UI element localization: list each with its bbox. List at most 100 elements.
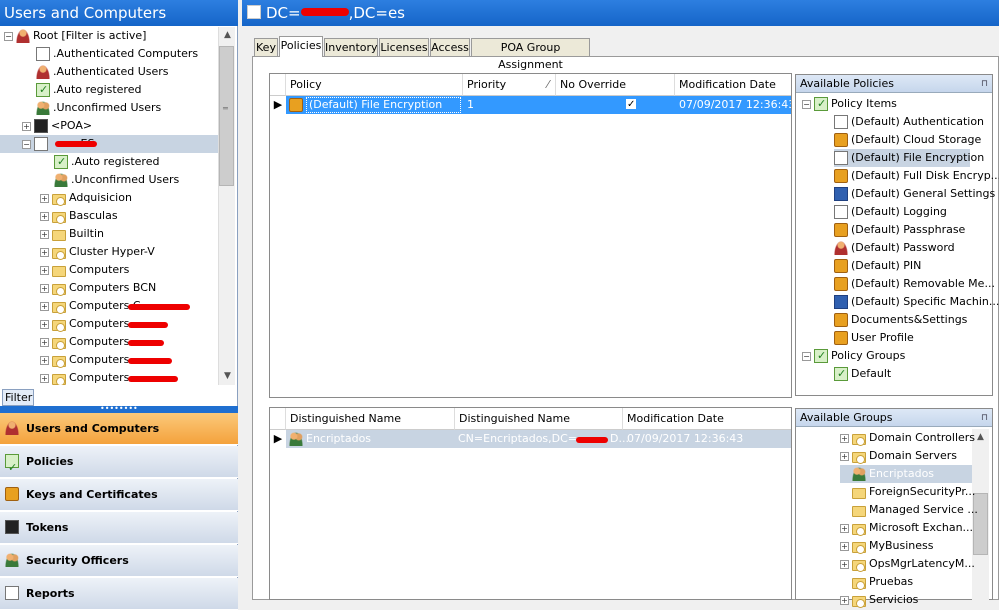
policies-grid[interactable]: Policy Priority ⁄ No Override Modificatio… [269, 73, 792, 398]
expand-toggle-icon[interactable]: + [840, 433, 849, 443]
collapse-toggle-icon[interactable]: − [802, 351, 811, 361]
table-row[interactable]: Encriptados CN=Encriptados,DC= D... 07/0… [286, 430, 791, 448]
group-item[interactable]: Managed Service ... [840, 501, 978, 519]
tree-scroll-thumb[interactable]: ═ [219, 46, 234, 186]
policy-item[interactable]: Documents&Settings [834, 311, 967, 329]
tree-item-unconfirmed-users[interactable]: .Unconfirmed Users [36, 99, 161, 117]
pin-icon[interactable]: ⊓ [981, 409, 988, 427]
tree-item-poa[interactable]: + <POA> [22, 117, 92, 135]
tree-item-computers[interactable]: + Computers [40, 261, 129, 279]
collapse-toggle-icon[interactable]: − [22, 139, 31, 149]
group-item[interactable]: Pruebas [840, 573, 913, 591]
tree-item-computers-2[interactable]: + Computers [40, 315, 129, 333]
group-item[interactable]: + Domain Servers [840, 447, 957, 465]
tab-licenses[interactable]: Licenses [379, 38, 429, 56]
policy-item[interactable]: (Default) General Settings [834, 185, 995, 203]
policy-item[interactable]: (Default) Removable Me... [834, 275, 995, 293]
tree-item-authenticated-users[interactable]: .Authenticated Users [36, 63, 169, 81]
col-header-modification-date[interactable]: Modification Date [675, 74, 791, 96]
tree-item-computers-c[interactable]: + Computers C [40, 297, 141, 315]
expand-toggle-icon[interactable]: + [40, 337, 49, 347]
tree-item-root[interactable]: − Root [Filter is active] [4, 27, 146, 45]
collapse-toggle-icon[interactable]: − [802, 99, 811, 109]
expand-toggle-icon[interactable]: + [40, 283, 49, 293]
tree-item-computers-3[interactable]: + Computers [40, 333, 129, 351]
tree-item-domain-es[interactable]: −.ES [0, 135, 218, 153]
group-item[interactable]: + Microsoft Exchan... [840, 519, 973, 537]
tree-item-authenticated-computers[interactable]: .Authenticated Computers [36, 45, 198, 63]
tree-item-auto-registered-child[interactable]: .Auto registered [54, 153, 159, 171]
nav-reports[interactable]: Reports [0, 578, 238, 610]
expand-toggle-icon[interactable]: + [840, 595, 849, 605]
expand-toggle-icon[interactable]: + [40, 211, 49, 221]
no-override-checkbox[interactable] [626, 96, 636, 114]
expand-toggle-icon[interactable]: + [840, 523, 849, 533]
col-header-modification-date[interactable]: Modification Date [623, 408, 791, 430]
tab-inventory[interactable]: Inventory [324, 38, 378, 56]
nav-tokens[interactable]: Tokens [0, 512, 238, 544]
col-header-policy[interactable]: Policy [286, 74, 463, 96]
tree-item-adquisicion[interactable]: + Adquisicion [40, 189, 132, 207]
tree-item-cluster-hyper-v[interactable]: + Cluster Hyper-V [40, 243, 155, 261]
policy-item[interactable]: (Default) Specific Machin... [834, 293, 999, 311]
policy-item[interactable]: (Default) File Encryption [834, 149, 984, 167]
expand-toggle-icon[interactable]: + [40, 301, 49, 311]
table-row[interactable]: (Default) File Encryption 1 07/09/2017 1… [286, 96, 791, 114]
col-header-distinguished-name[interactable]: Distinguished Name [455, 408, 623, 430]
policy-item[interactable]: (Default) Passphrase [834, 221, 965, 239]
tab-poa-group-assignment[interactable]: POA Group Assignment [471, 38, 590, 71]
group-item[interactable]: Encriptados [840, 465, 972, 483]
col-header-priority[interactable]: Priority ⁄ [463, 74, 556, 96]
expand-toggle-icon[interactable]: + [40, 193, 49, 203]
policy-item[interactable]: − Policy Groups [802, 347, 905, 365]
expand-toggle-icon[interactable]: + [40, 373, 49, 383]
policy-item[interactable]: (Default) Logging [834, 203, 947, 221]
pane-splitter[interactable]: •••••••• [0, 405, 238, 413]
nav-security-officers[interactable]: Security Officers [0, 545, 238, 577]
expand-toggle-icon[interactable]: + [840, 451, 849, 461]
tab-access[interactable]: Access [430, 38, 470, 56]
expand-toggle-icon[interactable]: + [840, 559, 849, 569]
users-computers-tree[interactable]: − Root [Filter is active] .Authenticated … [0, 27, 218, 385]
group-item[interactable]: + OpsMgrLatencyM... [840, 555, 975, 573]
filter-tab[interactable]: Filter [2, 389, 34, 406]
policy-item[interactable]: User Profile [834, 329, 914, 347]
group-item[interactable]: + Servicios [840, 591, 918, 609]
expand-toggle-icon[interactable]: + [40, 265, 49, 275]
col-header-no-override[interactable]: No Override [556, 74, 675, 96]
nav-users-and-computers[interactable]: Users and Computers [0, 413, 238, 445]
group-item[interactable]: + Domain Controllers [840, 429, 975, 447]
group-item[interactable]: + MyBusiness [840, 537, 934, 555]
col-header-name[interactable]: Distinguished Name [286, 408, 455, 430]
scroll-up-icon[interactable]: ▲ [219, 27, 236, 44]
expand-toggle-icon[interactable]: + [40, 355, 49, 365]
expand-toggle-icon[interactable]: + [840, 541, 849, 551]
tree-item-computers-5[interactable]: + Computers [40, 369, 129, 385]
expand-toggle-icon[interactable]: + [40, 247, 49, 257]
policy-item[interactable]: (Default) PIN [834, 257, 921, 275]
scroll-down-icon[interactable]: ▼ [219, 368, 236, 385]
policy-item[interactable]: (Default) Password [834, 239, 955, 257]
tab-key[interactable]: Key [254, 38, 278, 56]
policy-item[interactable]: − Policy Items [802, 95, 897, 113]
expand-toggle-icon[interactable]: + [22, 121, 31, 131]
policy-item[interactable]: (Default) Authentication [834, 113, 984, 131]
collapse-toggle-icon[interactable]: − [4, 31, 13, 41]
tab-policies[interactable]: Policies [279, 36, 323, 57]
tree-item-basculas[interactable]: + Basculas [40, 207, 118, 225]
policy-item[interactable]: (Default) Full Disk Encryp... [834, 167, 999, 185]
pin-icon[interactable]: ⊓ [981, 75, 988, 93]
expand-toggle-icon[interactable]: + [40, 319, 49, 329]
tree-item-auto-registered[interactable]: .Auto registered [36, 81, 141, 99]
tree-item-computers-bcn[interactable]: + Computers BCN [40, 279, 156, 297]
policy-item[interactable]: (Default) Cloud Storage [834, 131, 981, 149]
expand-toggle-icon[interactable]: + [40, 229, 49, 239]
nav-keys-and-certificates[interactable]: Keys and Certificates [0, 479, 238, 511]
tree-item-computers-4[interactable]: + Computers [40, 351, 129, 369]
group-item[interactable]: ForeignSecurityPr... [840, 483, 975, 501]
policy-item[interactable]: Default [834, 365, 891, 383]
tree-item-builtin[interactable]: + Builtin [40, 225, 104, 243]
nav-policies[interactable]: Policies [0, 446, 238, 484]
tree-item-unconfirmed-users-child[interactable]: .Unconfirmed Users [54, 171, 179, 189]
groups-grid[interactable]: Distinguished Name Distinguished Name Mo… [269, 407, 792, 600]
